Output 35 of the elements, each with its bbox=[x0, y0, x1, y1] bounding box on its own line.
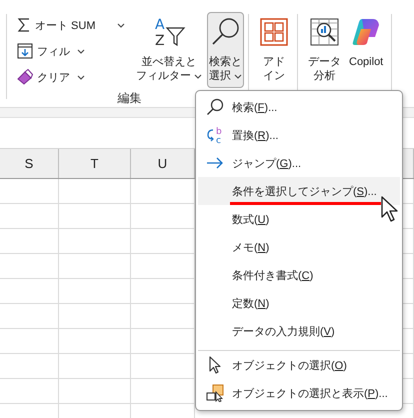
ribbon-button[interactable]: オート SUM bbox=[15, 12, 127, 38]
grid-icon bbox=[259, 17, 289, 47]
menu-item[interactable]: 条件を選択してジャンプ(S)... bbox=[198, 177, 400, 205]
ribbon-button[interactable]: A Z 並べ替えと フィルター bbox=[134, 12, 204, 88]
eraser-icon bbox=[17, 69, 33, 85]
ribbon-button[interactable]: アド イン bbox=[257, 12, 291, 88]
caret-icon bbox=[77, 74, 85, 80]
ribbon-button[interactable]: Copilot bbox=[347, 12, 386, 88]
menu-item[interactable]: b c 置換(R)... bbox=[198, 121, 400, 149]
caret-icon bbox=[77, 48, 85, 54]
selection-pane-icon bbox=[206, 384, 224, 402]
ribbon-button[interactable]: フィル bbox=[15, 38, 87, 64]
magnifier-chart-icon bbox=[310, 17, 340, 47]
caret-icon bbox=[117, 22, 125, 28]
sigma-icon bbox=[17, 17, 31, 33]
menu-item[interactable]: ジャンプ(G)... bbox=[198, 149, 400, 177]
fill-down-icon bbox=[17, 43, 33, 59]
column-header[interactable]: T bbox=[59, 149, 131, 178]
ribbon-button[interactable]: データ 分析 bbox=[306, 12, 343, 88]
column-header[interactable]: S bbox=[0, 149, 59, 178]
caret-icon bbox=[194, 74, 202, 78]
ribbon-button[interactable]: 検索と 選択 bbox=[207, 12, 244, 88]
group-label: 編集 bbox=[118, 90, 142, 106]
menu-item[interactable]: メモ(N) bbox=[198, 233, 400, 261]
caret-icon bbox=[234, 74, 242, 78]
menu-item[interactable]: オブジェクトの選択と表示(P)... bbox=[198, 379, 400, 407]
search-icon bbox=[206, 98, 224, 116]
ribbon-button[interactable]: クリア bbox=[15, 64, 87, 90]
menu-item[interactable]: データの入力規則(V) bbox=[198, 317, 400, 345]
colorful-logo-icon bbox=[351, 17, 382, 47]
menu-item[interactable]: 検索(F)... bbox=[198, 93, 400, 121]
menu-item[interactable]: 条件付き書式(C) bbox=[198, 261, 400, 289]
mouse-pointer-icon bbox=[380, 195, 400, 223]
menu-item[interactable]: オブジェクトの選択(O) bbox=[198, 350, 400, 379]
menu-item[interactable]: 定数(N) bbox=[198, 289, 400, 317]
